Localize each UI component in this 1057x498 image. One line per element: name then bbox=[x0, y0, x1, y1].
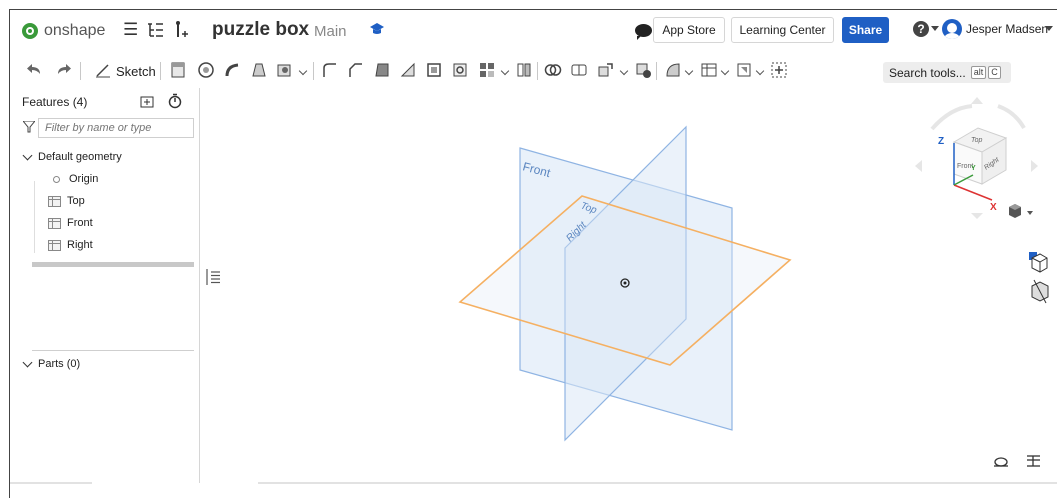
onshape-window: onshape ☰ puzzle box Main App Store Lear… bbox=[9, 9, 1057, 498]
axis-y-label: Y bbox=[971, 165, 976, 172]
view-arrow-right[interactable] bbox=[1031, 160, 1038, 172]
measure-icon[interactable] bbox=[1027, 455, 1040, 467]
section-view-icon[interactable] bbox=[1031, 279, 1049, 304]
axis-x-line bbox=[953, 184, 993, 201]
origin-marker-center bbox=[623, 281, 627, 285]
top-plane[interactable] bbox=[458, 195, 792, 366]
render-mode-caret-icon[interactable] bbox=[1027, 211, 1033, 215]
panel-bottom-bar bbox=[10, 482, 92, 484]
view-arc-left[interactable] bbox=[930, 104, 973, 131]
axis-x-label: X bbox=[990, 202, 997, 213]
view-arrow-down[interactable] bbox=[971, 213, 983, 219]
graphics-viewport[interactable]: Front Top Right Top Front Right Z X Y bbox=[10, 10, 1057, 498]
mass-properties-icon[interactable] bbox=[994, 457, 1008, 467]
view-cube[interactable]: Top Front Right Z X Y bbox=[915, 97, 1038, 219]
bottom-scroll-bar[interactable] bbox=[258, 482, 1057, 484]
view-arc-right[interactable] bbox=[997, 104, 1026, 130]
view-arrow-up[interactable] bbox=[971, 97, 983, 104]
named-views-icon[interactable] bbox=[1029, 252, 1048, 273]
view-arrow-left[interactable] bbox=[915, 160, 922, 172]
axis-z-label: Z bbox=[938, 136, 944, 147]
render-mode-icon[interactable] bbox=[1009, 204, 1021, 218]
cube-top-label: Top bbox=[971, 137, 983, 144]
